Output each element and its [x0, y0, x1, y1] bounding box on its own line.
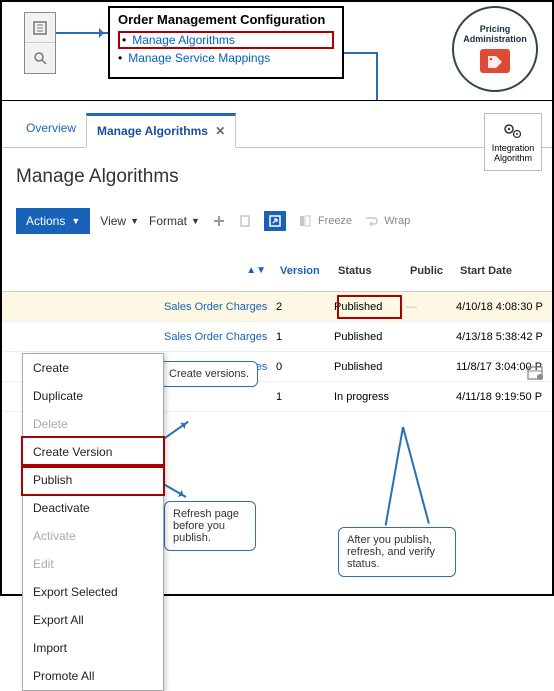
bullet-icon: • — [118, 51, 122, 65]
clipboard-icon[interactable] — [238, 214, 252, 228]
callout-arrow — [385, 427, 404, 526]
col-public[interactable]: Public — [406, 263, 456, 279]
arrow-elbow-h — [344, 52, 378, 54]
sort-indicator-icon: ▲▼ — [246, 265, 266, 276]
row-version: 1 — [276, 391, 334, 403]
col-start-date[interactable]: Start Date — [456, 263, 540, 279]
row-start-date: 4/13/18 5:38:42 P — [456, 331, 552, 343]
callout-create-versions: Create versions. — [160, 361, 258, 387]
omc-config-panel: Order Management Configuration • Manage … — [108, 6, 344, 79]
row-version: 0 — [276, 361, 334, 373]
main-app-panel: Overview Manage Algorithms ✕ Integration… — [2, 100, 552, 594]
date-picker-icon[interactable] — [526, 363, 544, 384]
format-menu-button[interactable]: Format▼ — [149, 214, 200, 228]
setup-icon-stack — [24, 12, 56, 74]
callout-refresh-before-publish: Refresh page before you publish. — [164, 501, 256, 551]
chevron-down-icon: ▼ — [130, 216, 139, 226]
actions-dropdown-menu: Create Duplicate Delete Create Version P… — [22, 353, 164, 691]
price-tag-icon — [480, 49, 510, 73]
table-toolbar: Actions▼ View▼ Format▼ Freeze — [2, 206, 552, 236]
menu-item-delete: Delete — [23, 410, 163, 438]
row-public: — — [406, 301, 456, 313]
list-icon[interactable] — [25, 13, 55, 43]
wrap-button[interactable]: Wrap — [364, 214, 410, 228]
callout-after-publish: After you publish, refresh, and verify s… — [338, 527, 456, 577]
menu-item-export-selected[interactable]: Export Selected — [23, 578, 163, 606]
integration-algorithm-button[interactable]: Integration Algorithm — [484, 113, 542, 171]
menu-item-deactivate[interactable]: Deactivate — [23, 494, 163, 522]
col-status[interactable]: Status — [334, 263, 406, 279]
row-name-link[interactable]: Sales Order Charges — [164, 301, 276, 313]
bullet-icon: • — [122, 33, 126, 47]
row-version: 1 — [276, 331, 334, 343]
row-start-date: 4/11/18 9:19:50 P — [456, 391, 552, 403]
freeze-button[interactable]: Freeze — [298, 214, 352, 228]
menu-item-duplicate[interactable]: Duplicate — [23, 382, 163, 410]
menu-item-edit: Edit — [23, 550, 163, 578]
col-version[interactable]: Version — [276, 263, 334, 279]
menu-item-export-all[interactable]: Export All — [23, 606, 163, 634]
chevron-down-icon: ▼ — [71, 216, 80, 226]
callout-arrow — [402, 427, 429, 524]
tab-overview[interactable]: Overview — [16, 113, 86, 147]
omc-link-manage-service-mappings[interactable]: • Manage Service Mappings — [118, 51, 334, 65]
table-row[interactable]: Sales Order Charges 1 Published 4/13/18 … — [2, 322, 552, 352]
row-start-date: 4/10/18 4:08:30 P — [456, 301, 552, 313]
page-title: Manage Algorithms — [16, 166, 552, 188]
row-status: In progress — [334, 391, 406, 403]
col-name[interactable]: ▲▼ — [164, 263, 276, 278]
status-highlight-box — [337, 295, 402, 319]
menu-item-promote-all[interactable]: Promote All — [23, 662, 163, 690]
row-status: Published — [334, 331, 406, 343]
workflow-diagram: Order Management Configuration • Manage … — [2, 2, 552, 100]
actions-menu-button[interactable]: Actions▼ — [16, 208, 90, 234]
add-row-icon[interactable] — [212, 214, 226, 228]
tab-manage-algorithms[interactable]: Manage Algorithms ✕ — [86, 113, 236, 148]
omc-link-manage-algorithms[interactable]: • Manage Algorithms — [118, 31, 334, 49]
tab-close-icon[interactable]: ✕ — [215, 124, 225, 138]
menu-item-create[interactable]: Create — [23, 354, 163, 382]
gears-icon — [502, 121, 524, 141]
menu-item-activate: Activate — [23, 522, 163, 550]
row-version: 2 — [276, 301, 334, 313]
table-header-row: ▲▼ Version Status Public Start Date — [2, 250, 552, 292]
row-status: Published — [334, 361, 406, 373]
table-row[interactable]: Sales Order Charges 2 Published — 4/10/1… — [2, 292, 552, 322]
menu-item-publish[interactable]: Publish — [23, 466, 163, 494]
chevron-down-icon: ▼ — [191, 216, 200, 226]
row-name-link[interactable]: Sales Order Charges — [164, 331, 276, 343]
search-icon[interactable] — [25, 43, 55, 73]
omc-title: Order Management Configuration — [118, 12, 334, 27]
arrow-to-omc — [56, 32, 108, 34]
tab-bar: Overview Manage Algorithms ✕ — [2, 101, 552, 148]
arrow-elbow-v1 — [376, 52, 378, 92]
view-menu-button[interactable]: View▼ — [100, 214, 139, 228]
pricing-admin-badge[interactable]: Pricing Administration — [452, 6, 538, 92]
detach-icon[interactable] — [264, 211, 286, 231]
menu-item-create-version[interactable]: Create Version — [23, 438, 163, 466]
menu-item-import[interactable]: Import — [23, 634, 163, 662]
